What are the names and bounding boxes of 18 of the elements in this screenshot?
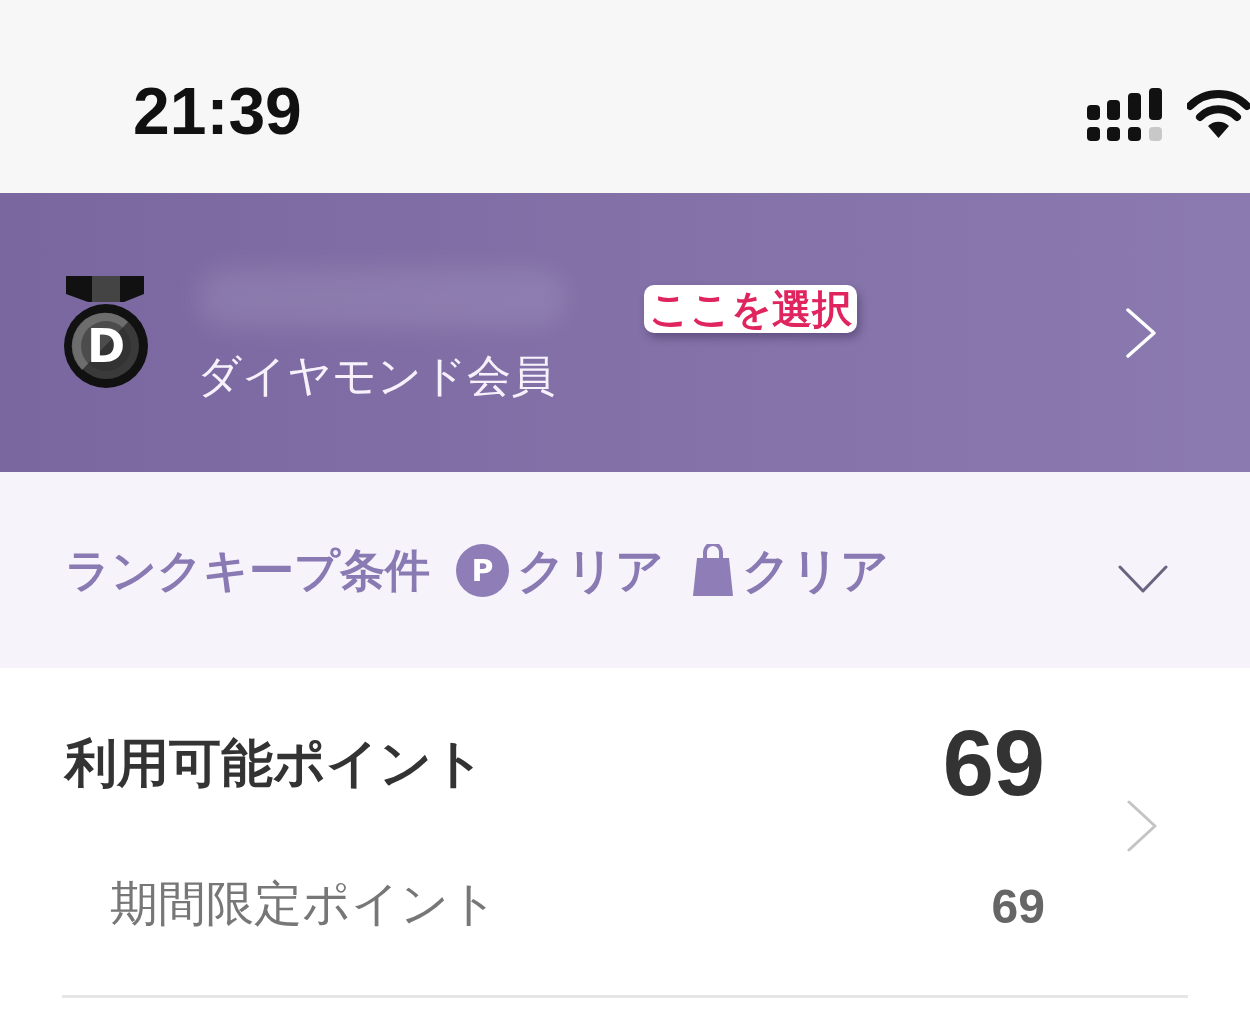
- points-badge: P: [456, 543, 509, 597]
- condition-status: クリア: [517, 546, 664, 594]
- status-time: 21:39: [133, 78, 302, 144]
- chevron-right-icon: [1127, 799, 1157, 852]
- annotation-label: ここを選択: [644, 285, 857, 333]
- limited-points-label: 期間限定ポイント: [110, 879, 498, 927]
- shopping-bag-icon: [692, 544, 734, 596]
- available-points-label: 利用可能ポイント: [65, 737, 485, 789]
- member-rank: ダイヤモンド会員: [197, 353, 556, 398]
- condition-status: クリア: [742, 546, 889, 594]
- limited-points-value: 69: [991, 883, 1045, 931]
- rank-keep-label: ランクキープ条件: [65, 547, 430, 593]
- chevron-right-icon: [1126, 307, 1156, 358]
- member-header[interactable]: D ダイヤモンド会員 ここを選択: [0, 193, 1250, 472]
- available-points-value: 69: [942, 717, 1045, 809]
- signal-icon: [1087, 88, 1162, 141]
- rank-keep-row[interactable]: ランクキープ条件 P クリア クリア: [0, 472, 1250, 668]
- wifi-icon: [1187, 88, 1250, 138]
